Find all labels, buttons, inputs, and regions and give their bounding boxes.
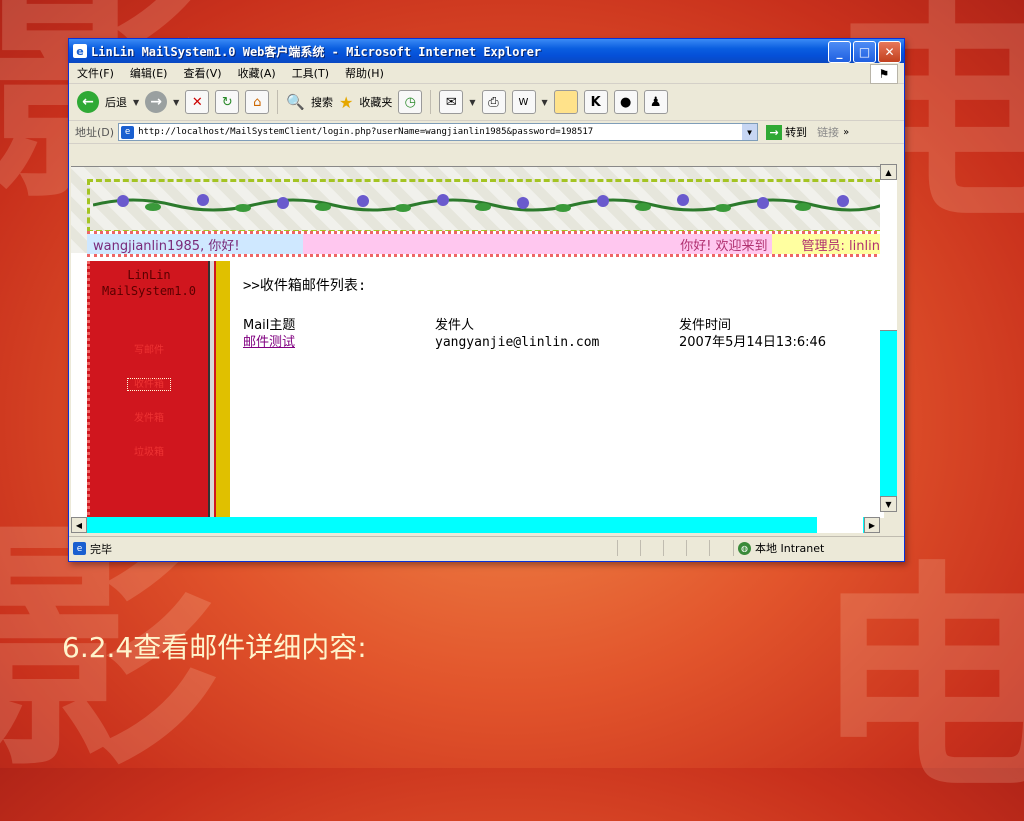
go-button[interactable]: → 转到 [766, 124, 807, 140]
mail-subject-link[interactable]: 邮件测试 [243, 335, 295, 350]
ie-icon: e [73, 44, 87, 58]
mail-sender: yangyanjie@linlin.com [435, 335, 600, 350]
star-icon[interactable]: ★ [339, 93, 353, 112]
maximize-button[interactable]: □ [853, 41, 876, 63]
windows-flag-icon: ⚑ [870, 64, 898, 84]
vertical-scrollbar[interactable]: ▲ ▼ [880, 164, 897, 512]
main-content: >>收件箱邮件列表: Mail主题 发件人 发件时间 邮件测试 yangyanj… [243, 275, 883, 350]
status-text: 完毕 [90, 542, 112, 556]
menu-bar: 文件(F) 编辑(E) 查看(V) 收藏(A) 工具(T) 帮助(H) ⚑ [69, 63, 904, 84]
edit-icon[interactable]: W [511, 90, 536, 114]
chevron-down-icon[interactable]: ▼ [173, 98, 179, 107]
menu-tools[interactable]: 工具(T) [292, 65, 329, 81]
close-button[interactable]: ✕ [878, 41, 901, 63]
scroll-right-icon[interactable]: ▶ [864, 517, 880, 533]
user-greeting: wangjianlin1985, 你好! [87, 234, 303, 254]
address-input[interactable]: e http://localhost/MailSystemClient/logi… [118, 123, 759, 141]
menu-file[interactable]: 文件(F) [77, 65, 114, 81]
links-label[interactable]: 链接 [817, 124, 839, 140]
scroll-thumb[interactable] [87, 517, 818, 533]
sidebar-title: LinLin MailSystem1.0 [102, 268, 196, 298]
scroll-left-icon[interactable]: ◀ [71, 517, 87, 533]
chevron-down-icon[interactable]: ▼ [542, 98, 548, 107]
sidebar-item-inbox[interactable]: 收件箱 [90, 375, 208, 391]
print-icon[interactable]: ⎙ [481, 90, 506, 114]
forward-arrow-icon[interactable]: → [145, 91, 168, 113]
sidebar: LinLin MailSystem1.0 写邮件 收件箱 发件箱 垃圾箱 [87, 261, 208, 518]
table-header-row: Mail主题 发件人 发件时间 [243, 317, 883, 334]
favorites-button-label[interactable]: 收藏夹 [359, 94, 392, 110]
greeting-bar: wangjianlin1985, 你好! 你好! 欢迎来到 管理员: linli… [87, 231, 884, 257]
refresh-icon[interactable]: ↻ [215, 90, 240, 114]
go-arrow-icon: → [766, 124, 783, 140]
sidebar-item-trash[interactable]: 垃圾箱 [90, 443, 208, 458]
sidebar-item-compose[interactable]: 写邮件 [90, 341, 208, 356]
divider [214, 261, 230, 518]
scroll-up-icon[interactable]: ▲ [880, 164, 897, 180]
flower-vine-icon [93, 194, 883, 212]
status-bar: e 完毕 ◍ 本地 Intranet [69, 536, 904, 560]
search-icon[interactable]: 🔍 [286, 93, 305, 111]
welcome-marquee: 你好! 欢迎来到 [303, 234, 772, 254]
zone-label: 本地 Intranet [755, 542, 825, 555]
menu-help[interactable]: 帮助(H) [345, 65, 384, 81]
toolbar: ← 后退 ▼ → ▼ ✕ ↻ ⌂ 🔍 搜索 ★ 收藏夹 ◷ ✉ ▼ ⎙ W ▼ … [69, 84, 904, 121]
go-button-label: 转到 [785, 126, 808, 139]
folder-icon[interactable] [553, 90, 578, 114]
chevron-down-icon[interactable]: ▼ [469, 98, 475, 107]
scroll-track[interactable] [817, 517, 863, 533]
window-title: LinLin MailSystem1.0 Web客户端系统 - Microsof… [91, 44, 542, 59]
search-button-label[interactable]: 搜索 [311, 94, 333, 110]
page-title: >>收件箱邮件列表: [243, 278, 367, 294]
column-header-time: 发件时间 [679, 318, 732, 333]
admin-label: 管理员: linlin [771, 234, 884, 254]
k-app-icon[interactable]: K [583, 90, 608, 114]
horizontal-scrollbar[interactable]: ◀ ▶ [71, 517, 880, 533]
background-glyph: 电 [813, 539, 1024, 821]
history-icon[interactable]: ◷ [398, 90, 423, 114]
security-zone: ◍ 本地 Intranet [733, 540, 824, 556]
column-header-sender: 发件人 [435, 318, 475, 333]
menu-view[interactable]: 查看(V) [183, 65, 221, 81]
scroll-down-icon[interactable]: ▼ [880, 496, 897, 512]
column-header-subject: Mail主题 [243, 318, 296, 333]
sidebar-item-sent[interactable]: 发件箱 [90, 409, 208, 424]
address-label: 地址(D) [75, 126, 115, 139]
home-icon[interactable]: ⌂ [245, 90, 270, 114]
page-viewport: wangjianlin1985, 你好! 你好! 欢迎来到 管理员: linli… [71, 166, 884, 518]
slide-caption: 6.2.4查看邮件详细内容: [62, 631, 367, 664]
stop-icon[interactable]: ✕ [185, 90, 210, 114]
menu-favorites[interactable]: 收藏(A) [238, 65, 276, 81]
back-button-label[interactable]: 后退 [105, 94, 127, 110]
menu-edit[interactable]: 编辑(E) [130, 65, 168, 81]
globe-icon: ◍ [738, 541, 751, 555]
address-url[interactable]: http://localhost/MailSystemClient/login.… [138, 127, 593, 137]
chevron-down-icon[interactable]: ▼ [133, 98, 139, 107]
mail-icon[interactable]: ✉ [439, 90, 464, 114]
address-bar: 地址(D) e http://localhost/MailSystemClien… [69, 121, 904, 144]
apple-icon[interactable]: ● [613, 90, 638, 114]
page-icon: e [121, 125, 135, 139]
messenger-icon[interactable]: ♟ [643, 90, 668, 114]
back-arrow-icon[interactable]: ← [77, 91, 99, 113]
table-row: 邮件测试 yangyanjie@linlin.com 2007年5月14日13:… [243, 334, 883, 351]
mail-time: 2007年5月14日13:6:46 [679, 335, 827, 350]
ie-window: e LinLin MailSystem1.0 Web客户端系统 - Micros… [68, 38, 905, 562]
chevron-right-icon[interactable]: » [843, 127, 849, 138]
page-icon: e [73, 542, 86, 555]
title-bar[interactable]: e LinLin MailSystem1.0 Web客户端系统 - Micros… [69, 39, 904, 63]
mail-table: Mail主题 发件人 发件时间 邮件测试 yangyanjie@linlin.c… [243, 317, 883, 351]
minimize-button[interactable]: _ [828, 41, 851, 63]
scroll-thumb[interactable] [880, 180, 897, 331]
chevron-down-icon[interactable]: ▼ [742, 124, 758, 140]
